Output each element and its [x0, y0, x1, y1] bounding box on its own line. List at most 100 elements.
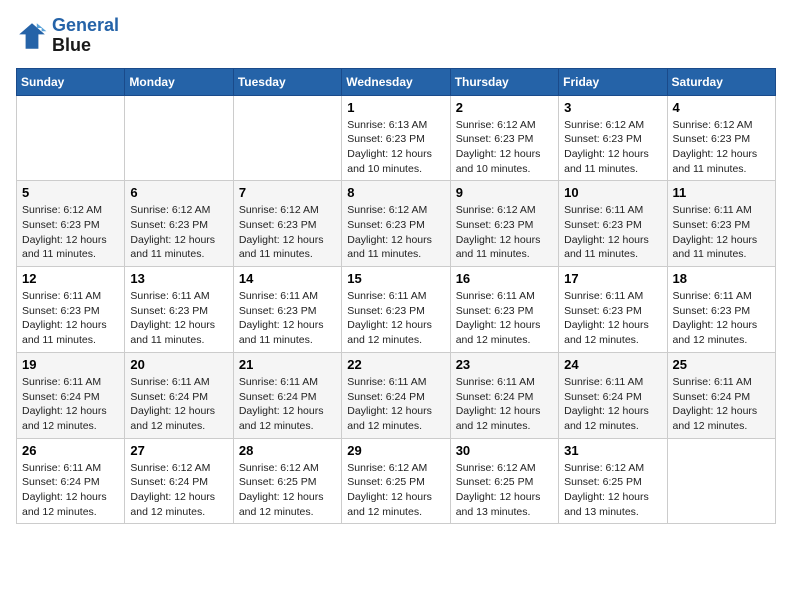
page-header: General Blue [16, 16, 776, 56]
day-info: Sunrise: 6:12 AMSunset: 6:25 PMDaylight:… [564, 461, 661, 520]
day-cell: 29 Sunrise: 6:12 AMSunset: 6:25 PMDayligh… [342, 438, 450, 524]
day-cell: 24 Sunrise: 6:11 AMSunset: 6:24 PMDayligh… [559, 352, 667, 438]
day-of-week-friday: Friday [559, 68, 667, 95]
day-number: 19 [22, 357, 119, 372]
day-info: Sunrise: 6:12 AMSunset: 6:25 PMDaylight:… [456, 461, 553, 520]
day-number: 9 [456, 185, 553, 200]
day-number: 21 [239, 357, 336, 372]
day-info: Sunrise: 6:12 AMSunset: 6:23 PMDaylight:… [673, 118, 770, 177]
week-row-5: 26Sunrise: 6:11 AMSunset: 6:24 PMDayligh… [17, 438, 776, 524]
day-info: Sunrise: 6:11 AMSunset: 6:23 PMDaylight:… [239, 289, 336, 348]
day-info: Sunrise: 6:12 AMSunset: 6:23 PMDaylight:… [347, 203, 444, 262]
day-number: 1 [347, 100, 444, 115]
day-of-week-wednesday: Wednesday [342, 68, 450, 95]
day-number: 31 [564, 443, 661, 458]
day-info: Sunrise: 6:11 AMSunset: 6:24 PMDaylight:… [347, 375, 444, 434]
day-info: Sunrise: 6:11 AMSunset: 6:23 PMDaylight:… [564, 203, 661, 262]
calendar-header-row: SundayMondayTuesdayWednesdayThursdayFrid… [17, 68, 776, 95]
day-cell: 20Sunrise: 6:11 AMSunset: 6:24 PMDayligh… [125, 352, 233, 438]
week-row-2: 5 Sunrise: 6:12 AMSunset: 6:23 PMDaylight… [17, 181, 776, 267]
day-cell: 12Sunrise: 6:11 AMSunset: 6:23 PMDayligh… [17, 267, 125, 353]
week-row-1: 1Sunrise: 6:13 AMSunset: 6:23 PMDaylight… [17, 95, 776, 181]
day-number: 5 [22, 185, 119, 200]
day-number: 18 [673, 271, 770, 286]
day-number: 10 [564, 185, 661, 200]
day-cell: 16 Sunrise: 6:11 AMSunset: 6:23 PMDayligh… [450, 267, 558, 353]
day-number: 14 [239, 271, 336, 286]
day-cell: 26Sunrise: 6:11 AMSunset: 6:24 PMDayligh… [17, 438, 125, 524]
day-info: Sunrise: 6:11 AMSunset: 6:24 PMDaylight:… [456, 375, 553, 434]
day-number: 29 [347, 443, 444, 458]
day-number: 28 [239, 443, 336, 458]
day-info: Sunrise: 6:12 AMSunset: 6:25 PMDaylight:… [239, 461, 336, 520]
day-cell: 14 Sunrise: 6:11 AMSunset: 6:23 PMDayligh… [233, 267, 341, 353]
day-of-week-sunday: Sunday [17, 68, 125, 95]
day-info: Sunrise: 6:11 AMSunset: 6:23 PMDaylight:… [347, 289, 444, 348]
day-info: Sunrise: 6:12 AMSunset: 6:25 PMDaylight:… [347, 461, 444, 520]
logo: General Blue [16, 16, 119, 56]
logo-text: General Blue [52, 16, 119, 56]
day-cell: 27 Sunrise: 6:12 AMSunset: 6:24 PMDayligh… [125, 438, 233, 524]
day-number: 22 [347, 357, 444, 372]
day-number: 25 [673, 357, 770, 372]
day-cell: 2 Sunrise: 6:12 AMSunset: 6:23 PMDaylight… [450, 95, 558, 181]
day-cell: 18 Sunrise: 6:11 AMSunset: 6:23 PMDayligh… [667, 267, 775, 353]
day-cell: 8 Sunrise: 6:12 AMSunset: 6:23 PMDaylight… [342, 181, 450, 267]
day-cell: 23 Sunrise: 6:11 AMSunset: 6:24 PMDayligh… [450, 352, 558, 438]
day-info: Sunrise: 6:12 AMSunset: 6:23 PMDaylight:… [456, 118, 553, 177]
day-number: 2 [456, 100, 553, 115]
day-cell: 6 Sunrise: 6:12 AMSunset: 6:23 PMDaylight… [125, 181, 233, 267]
day-cell: 7 Sunrise: 6:12 AMSunset: 6:23 PMDaylight… [233, 181, 341, 267]
day-of-week-monday: Monday [125, 68, 233, 95]
day-info: Sunrise: 6:12 AMSunset: 6:23 PMDaylight:… [239, 203, 336, 262]
day-number: 4 [673, 100, 770, 115]
week-row-3: 12 Sunrise: 6:11 AMSunset: 6:23 PMDayligh… [17, 267, 776, 353]
day-number: 11 [673, 185, 770, 200]
day-number: 13 [130, 271, 227, 286]
day-cell: 15 Sunrise: 6:11 AMSunset: 6:23 PMDayligh… [342, 267, 450, 353]
day-info: Sunrise: 6:11 AMSunset: 6:23 PMDaylight:… [673, 289, 770, 348]
day-info: Sunrise: 6:11 AMSunset: 6:23 PMDaylight:… [456, 289, 553, 348]
day-info: Sunrise: 6:11 AMSunset: 6:23 PMDaylight:… [673, 203, 770, 262]
day-cell: 10 Sunrise: 6:11 AMSunset: 6:23 PMDayligh… [559, 181, 667, 267]
day-cell: 21Sunrise: 6:11 AMSunset: 6:24 PMDayligh… [233, 352, 341, 438]
day-number: 7 [239, 185, 336, 200]
day-number: 3 [564, 100, 661, 115]
day-number: 6 [130, 185, 227, 200]
day-cell [667, 438, 775, 524]
day-info: Sunrise: 6:11 AMSunset: 6:24 PMDaylight:… [130, 375, 227, 434]
day-cell: 30 Sunrise: 6:12 AMSunset: 6:25 PMDayligh… [450, 438, 558, 524]
day-cell: 4 Sunrise: 6:12 AMSunset: 6:23 PMDaylight… [667, 95, 775, 181]
day-cell [233, 95, 341, 181]
day-cell: 9Sunrise: 6:12 AMSunset: 6:23 PMDaylight… [450, 181, 558, 267]
day-of-week-tuesday: Tuesday [233, 68, 341, 95]
day-info: Sunrise: 6:12 AMSunset: 6:23 PMDaylight:… [564, 118, 661, 177]
day-number: 15 [347, 271, 444, 286]
day-number: 30 [456, 443, 553, 458]
day-number: 27 [130, 443, 227, 458]
day-cell: 19Sunrise: 6:11 AMSunset: 6:24 PMDayligh… [17, 352, 125, 438]
day-info: Sunrise: 6:11 AMSunset: 6:24 PMDaylight:… [22, 461, 119, 520]
day-cell: 22 Sunrise: 6:11 AMSunset: 6:24 PMDayligh… [342, 352, 450, 438]
day-number: 17 [564, 271, 661, 286]
day-cell: 5Sunrise: 6:12 AMSunset: 6:23 PMDaylight… [17, 181, 125, 267]
week-row-4: 19 Sunrise: 6:11 AMSunset: 6:24 PMDayligh… [17, 352, 776, 438]
day-number: 16 [456, 271, 553, 286]
day-cell: 13 Sunrise: 6:11 AMSunset: 6:23 PMDayligh… [125, 267, 233, 353]
day-info: Sunrise: 6:11 AMSunset: 6:24 PMDaylight:… [564, 375, 661, 434]
day-cell: 3 Sunrise: 6:12 AMSunset: 6:23 PMDaylight… [559, 95, 667, 181]
day-cell: 28 Sunrise: 6:12 AMSunset: 6:25 PMDayligh… [233, 438, 341, 524]
day-cell [125, 95, 233, 181]
calendar: SundayMondayTuesdayWednesdayThursdayFrid… [16, 68, 776, 525]
day-info: Sunrise: 6:11 AMSunset: 6:23 PMDaylight:… [564, 289, 661, 348]
day-number: 12 [22, 271, 119, 286]
day-cell: 1Sunrise: 6:13 AMSunset: 6:23 PMDaylight… [342, 95, 450, 181]
day-number: 24 [564, 357, 661, 372]
day-info: Sunrise: 6:12 AMSunset: 6:24 PMDaylight:… [130, 461, 227, 520]
day-cell [17, 95, 125, 181]
day-info: Sunrise: 6:11 AMSunset: 6:24 PMDaylight:… [673, 375, 770, 434]
day-number: 8 [347, 185, 444, 200]
day-number: 23 [456, 357, 553, 372]
day-info: Sunrise: 6:11 AMSunset: 6:23 PMDaylight:… [130, 289, 227, 348]
day-info: Sunrise: 6:12 AMSunset: 6:23 PMDaylight:… [130, 203, 227, 262]
